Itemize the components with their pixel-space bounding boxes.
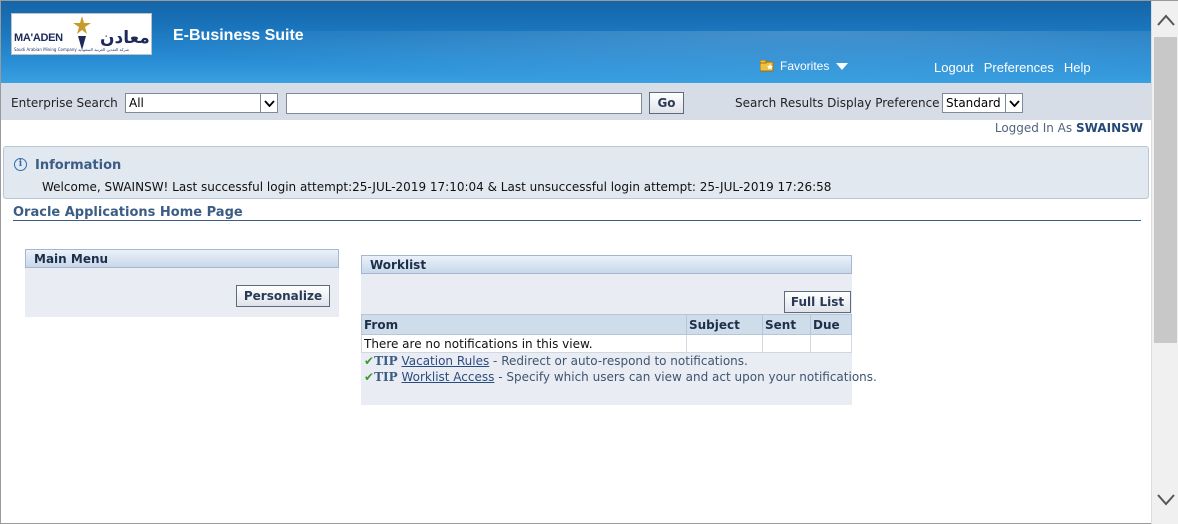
logout-link[interactable]: Logout — [934, 60, 974, 75]
scroll-up-icon[interactable] — [1156, 13, 1176, 30]
display-preference-label: Search Results Display Preference — [735, 96, 940, 110]
main-menu-header: Main Menu — [25, 249, 339, 268]
chevron-down-icon — [260, 94, 277, 112]
full-list-button[interactable]: Full List — [784, 291, 851, 313]
empty-notifications-text: There are no notifications in this view. — [361, 334, 687, 353]
vacation-rules-link[interactable]: Vacation Rules — [401, 354, 489, 368]
logged-in-user: SWAINSW — [1075, 121, 1143, 135]
tip-label: TIP — [374, 370, 398, 384]
favorites-label: Favorites — [780, 59, 830, 73]
logo-latin-text: MA'ADEN — [14, 32, 63, 44]
maaden-logo: MA'ADEN معادن Saudi Arabian Mining Compa… — [11, 13, 152, 55]
worklist-header: Worklist — [361, 255, 852, 274]
page: MA'ADEN معادن Saudi Arabian Mining Compa… — [1, 1, 1151, 524]
display-preference-select[interactable]: Standard — [942, 93, 1023, 113]
checkmark-icon: ✔ — [364, 354, 375, 368]
display-preference-value: Standard — [946, 96, 1001, 110]
information-message: i Information Welcome, SWAINSW! Last suc… — [3, 146, 1149, 199]
info-icon: i — [14, 158, 27, 171]
favorites-menu[interactable]: Favorites — [759, 59, 849, 73]
personalize-button[interactable]: Personalize — [236, 285, 330, 307]
logged-in-status: Logged In As SWAINSW — [995, 121, 1143, 135]
vertical-scrollbar[interactable] — [1151, 1, 1178, 524]
go-button[interactable]: Go — [649, 92, 684, 114]
chevron-down-icon — [1005, 94, 1022, 112]
tip-vacation-rules: ✔TIP Vacation Rules - Redirect or auto-r… — [364, 354, 748, 368]
logo-tagline: Saudi Arabian Mining Company شركة التعدي… — [14, 47, 130, 52]
help-link[interactable]: Help — [1064, 60, 1091, 75]
table-row: There are no notifications in this view. — [361, 334, 852, 353]
preferences-link[interactable]: Preferences — [984, 60, 1054, 75]
information-text: Welcome, SWAINSW! Last successful login … — [42, 180, 832, 194]
column-header-from[interactable]: From — [361, 314, 687, 335]
page-title: Oracle Applications Home Page — [13, 205, 1141, 221]
app-title: E-Business Suite — [173, 27, 304, 44]
tip-description: - Redirect or auto-respond to notificati… — [489, 354, 748, 368]
checkmark-icon: ✔ — [364, 370, 375, 384]
logo-arabic-text: معادن — [100, 28, 150, 48]
column-header-sent[interactable]: Sent — [762, 314, 811, 335]
worklist-access-link[interactable]: Worklist Access — [401, 370, 494, 384]
logged-in-label: Logged In As — [994, 121, 1073, 135]
search-scope-value: All — [129, 96, 144, 110]
column-header-subject[interactable]: Subject — [686, 314, 763, 335]
enterprise-search-label: Enterprise Search — [11, 96, 118, 110]
column-header-due[interactable]: Due — [810, 314, 852, 335]
worklist-region: Worklist Full List From Subject Sent Due… — [361, 255, 877, 405]
chevron-down-icon — [836, 62, 849, 70]
worklist-table: From Subject Sent Due There are no notif… — [361, 314, 852, 353]
tip-label: TIP — [374, 354, 398, 368]
header-banner: MA'ADEN معادن Saudi Arabian Mining Compa… — [1, 1, 1151, 83]
tip-worklist-access: ✔TIP Worklist Access - Specify which use… — [364, 370, 877, 384]
search-input[interactable] — [286, 93, 642, 114]
information-title: Information — [35, 158, 122, 173]
search-scope-select[interactable]: All — [125, 93, 278, 113]
favorites-folder-icon — [759, 59, 775, 72]
scrollbar-thumb[interactable] — [1154, 37, 1177, 343]
global-links: Logout Preferences Help — [934, 60, 1091, 75]
tip-description: - Specify which users can view and act u… — [494, 370, 877, 384]
main-menu-region: Main Menu Personalize — [25, 249, 339, 317]
scroll-down-icon[interactable] — [1156, 493, 1176, 510]
